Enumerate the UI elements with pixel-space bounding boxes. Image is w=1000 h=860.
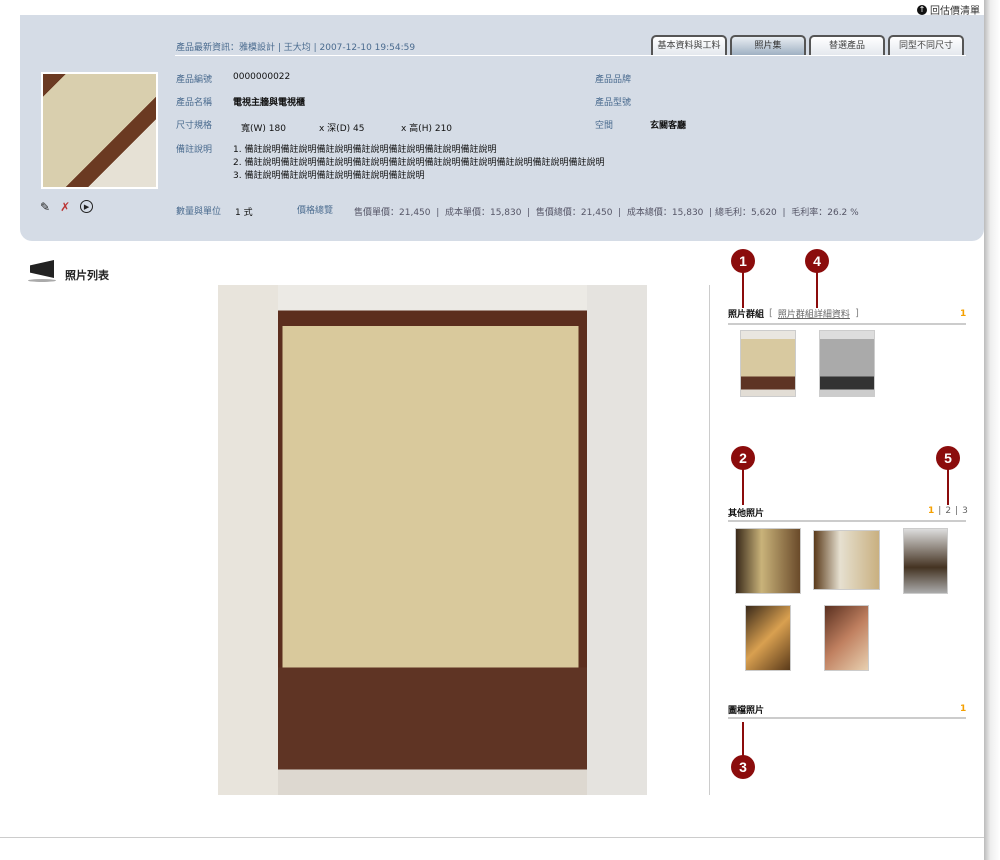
other-thumbnail[interactable] [745,605,791,671]
callout-3: 3 [731,755,755,779]
callout-2: 2 [731,446,755,470]
other-thumbnail[interactable] [735,528,801,594]
pen-icon[interactable]: ✎ [40,200,50,214]
tab-basic-info[interactable]: 基本資料與工料 [651,35,727,55]
space-label: 空間 [595,121,614,131]
model-label: 產品型號 [595,98,632,108]
notes: 1. 備註說明備註說明備註說明備註說明備註說明備註說明備註說明 2. 備註說明備… [233,145,605,181]
play-circle-icon[interactable]: ▶ [80,200,94,213]
other-thumbnail[interactable] [903,528,948,594]
other-thumbnail[interactable] [824,605,869,671]
page-1[interactable]: 1 [928,506,934,516]
callout-stem [816,272,818,308]
other-pagination: 1 | 2 | 3 [928,506,968,516]
callout-stem [742,272,744,308]
main-photo[interactable] [218,285,647,795]
file-photos-title: 圖檔照片 [728,706,765,716]
callout-stem [742,469,744,505]
scrollbar-edge [984,0,1000,860]
group-thumbnail[interactable] [819,330,875,397]
tab-alternatives[interactable]: 替選產品 [809,35,885,55]
price-summary: 售價單價：21,450 | 成本單價：15,830 | 售價總價：21,450 … [354,208,859,218]
callout-stem [947,469,949,505]
divider [728,520,966,522]
page-2[interactable]: 2 [945,506,951,516]
tab-sizes[interactable]: 同型不同尺寸 [888,35,964,55]
callout-4: 4 [805,249,829,273]
tab-bar: 基本資料與工料 照片集 替選產品 同型不同尺寸 [651,35,964,55]
code-label: 產品編號 [176,75,213,85]
photo-list-title: 照片列表 [65,269,109,282]
divider [728,717,966,719]
depth-value: x 深(D) 45 [319,124,365,134]
other-photos-title: 其他照片 [728,509,765,519]
callout-5: 5 [936,446,960,470]
page-3[interactable]: 3 [962,506,968,516]
megaphone-icon [28,258,58,284]
notes-label: 備註說明 [176,145,213,155]
name-value: 電視主牆與電視櫃 [233,98,306,108]
files-page-1[interactable]: 1 [960,704,966,714]
product-news: 產品最新資訊：雅模設計 | 王大均 | 2007-12-10 19:54:59 [176,43,416,53]
qty-label: 數量與單位 [176,207,222,217]
group-thumbnail[interactable] [740,330,796,397]
product-thumbnail [41,72,158,189]
photo-group-header: 照片群組 [ 照片群組詳細資料 ] [728,307,859,320]
divider [728,323,966,325]
divider [175,55,966,56]
height-value: x 高(H) 210 [401,124,453,134]
callout-1: 1 [731,249,755,273]
tab-photos[interactable]: 照片集 [730,35,806,55]
space-value: 玄關客廳 [650,121,687,131]
group-detail-link[interactable]: 照片群組詳細資料 [778,307,850,320]
qty-value: 1 式 [235,208,253,218]
code-value: 0000000022 [233,72,291,82]
tool-icons: ✎ ✗ ▶ [40,200,94,214]
price-label: 價格總覽 [297,206,334,216]
size-label: 尺寸規格 [176,121,213,131]
no-edit-icon[interactable]: ✗ [60,200,70,214]
name-label: 產品名稱 [176,98,213,108]
group-page-1[interactable]: 1 [960,309,966,319]
callout-stem [742,722,744,756]
brand-label: 產品品牌 [595,75,632,85]
vertical-divider [709,285,710,795]
width-value: 寬(W) 180 [241,124,286,134]
arrow-up-circle-icon: ↑ [917,4,927,15]
other-thumbnail[interactable] [813,530,880,590]
